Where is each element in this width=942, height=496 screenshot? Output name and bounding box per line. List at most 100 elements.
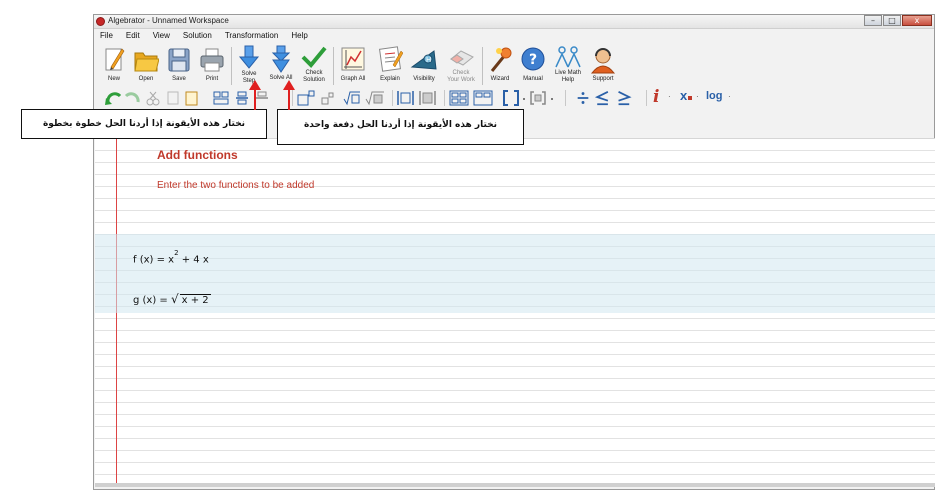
check-mark-icon <box>301 46 327 68</box>
notebook-margin-line <box>116 139 117 487</box>
worksheet-heading: Add functions <box>157 148 238 162</box>
square-root-icon: √ <box>171 292 179 306</box>
manual-label: Manual <box>523 76 543 82</box>
wizard-wand-icon <box>490 47 512 72</box>
f-lhs: f (x) = x <box>133 254 175 266</box>
f-rest: + 4 x <box>181 254 209 266</box>
function-f-expression[interactable]: f (x) = x2 + 4 x <box>133 249 209 266</box>
menu-solution[interactable]: Solution <box>183 29 212 42</box>
open-button[interactable]: Open <box>133 45 159 83</box>
worksheet-instruction: Enter the two functions to be added <box>157 180 315 191</box>
explain-label: Explain <box>380 76 400 82</box>
toolbar-separator <box>333 47 334 85</box>
bracket-icons[interactable] <box>502 90 560 106</box>
support-agent-icon <box>590 48 616 74</box>
check-solution-button[interactable]: Check Solution <box>300 45 328 84</box>
wizard-label: Wizard <box>490 76 510 82</box>
svg-text:H: H <box>426 56 431 64</box>
live-math-help-button[interactable]: Live Math Help <box>553 45 583 84</box>
live-help-people-icon <box>555 46 581 68</box>
status-bar <box>95 483 935 487</box>
manual-button[interactable]: ? Manual <box>518 45 548 83</box>
visibility-label: Visibility <box>413 76 435 82</box>
new-label: New <box>107 76 120 82</box>
g-lhs: g (x) = <box>133 295 168 306</box>
graph-all-button[interactable]: Graph All <box>337 45 369 83</box>
title-bar: Algebrator - Unnamed Workspace – □ x <box>94 15 934 29</box>
app-logo-icon <box>96 17 105 26</box>
operator-icons[interactable] <box>572 90 642 106</box>
dropdown-dot: · <box>728 92 731 101</box>
minimize-button[interactable]: – <box>864 15 882 26</box>
support-button[interactable]: Support <box>587 45 619 83</box>
print-button[interactable]: Print <box>199 45 225 83</box>
subscript-box-icon <box>688 96 693 100</box>
formatting-toolbar: i · x · log · <box>100 88 760 108</box>
explain-button[interactable]: Explain <box>375 45 405 83</box>
check-solution-label-1: Check <box>305 70 323 76</box>
check-solution-label-2: Solution <box>303 77 325 83</box>
solve-step-label-1: Solve <box>241 71 257 77</box>
check-work-label-2: Your Work <box>447 77 475 83</box>
open-folder-icon <box>134 52 159 72</box>
clipboard-icons[interactable] <box>146 90 202 106</box>
visibility-button[interactable]: H Visibility <box>408 45 440 83</box>
check-work-label-1: Check <box>452 70 470 76</box>
solve-step-button[interactable]: Solve Step <box>236 45 262 85</box>
menu-transformation[interactable]: Transformation <box>225 29 279 42</box>
f-exponent: 2 <box>174 249 179 257</box>
menu-bar: File Edit View Solution Transformation H… <box>94 29 934 42</box>
solve-all-double-arrow-icon <box>271 45 291 73</box>
algebrator-window: Algebrator - Unnamed Workspace – □ x Fil… <box>93 14 935 490</box>
imaginary-unit-button[interactable]: i <box>653 88 659 106</box>
check-your-work-button[interactable]: Check Your Work <box>444 45 478 84</box>
subscript-label: x <box>680 88 688 103</box>
worksheet[interactable]: Add functions Enter the two functions to… <box>95 138 935 487</box>
callout-solve-step: نختار هذه الأيقونة إذا أردنا الحل خطوة ب… <box>21 109 267 139</box>
check-work-eraser-icon <box>450 50 474 66</box>
help-question-icon: ? <box>521 47 545 71</box>
solve-step-arrow-icon <box>238 45 260 69</box>
function-g-expression[interactable]: g (x) = √ x + 2 <box>133 292 211 306</box>
callout-solve-all: نختار هذه الأيقونة إذا أردنا الحل دفعة و… <box>277 109 524 145</box>
new-document-icon <box>105 48 125 71</box>
menu-file[interactable]: File <box>100 29 113 42</box>
solve-all-button[interactable]: Solve All <box>266 45 296 82</box>
window-title: Algebrator - Unnamed Workspace <box>108 16 229 25</box>
visibility-icon: H <box>410 50 437 70</box>
log-button[interactable]: log <box>706 90 723 106</box>
menu-edit[interactable]: Edit <box>126 29 140 42</box>
open-label: Open <box>138 76 154 82</box>
maximize-button[interactable]: □ <box>883 15 901 26</box>
screen: Algebrator - Unnamed Workspace – □ x Fil… <box>0 0 942 496</box>
undo-redo-icons[interactable] <box>104 90 142 106</box>
menu-help[interactable]: Help <box>291 29 307 42</box>
save-disk-icon <box>168 48 190 72</box>
matrix-icons[interactable] <box>448 90 498 106</box>
g-radicand: x + 2 <box>179 294 211 306</box>
input-highlight <box>95 234 935 276</box>
save-button[interactable]: Save <box>166 45 192 83</box>
svg-text:?: ? <box>529 52 537 68</box>
input-highlight <box>95 276 935 313</box>
new-button[interactable]: New <box>102 45 126 83</box>
close-button[interactable]: x <box>902 15 932 26</box>
menu-view[interactable]: View <box>153 29 170 42</box>
absolute-value-icons[interactable] <box>396 90 440 106</box>
toolbar-separator <box>231 47 232 85</box>
power-root-icons[interactable] <box>296 90 388 106</box>
wizard-button[interactable]: Wizard <box>487 45 513 83</box>
toolbar-separator <box>444 90 445 106</box>
explain-paper-icon <box>378 46 403 72</box>
dropdown-dot: · <box>668 92 671 101</box>
graph-icon <box>341 47 365 71</box>
arrow-to-solve-step-icon <box>249 80 261 110</box>
subscript-button[interactable]: x <box>680 88 693 105</box>
window-controls: – □ x <box>863 15 932 27</box>
toolbar-separator <box>482 47 483 85</box>
printer-icon <box>200 48 224 72</box>
support-label: Support <box>592 76 614 82</box>
save-label: Save <box>172 76 186 82</box>
toolbar-separator <box>646 90 647 106</box>
toolbar-separator <box>392 90 393 106</box>
